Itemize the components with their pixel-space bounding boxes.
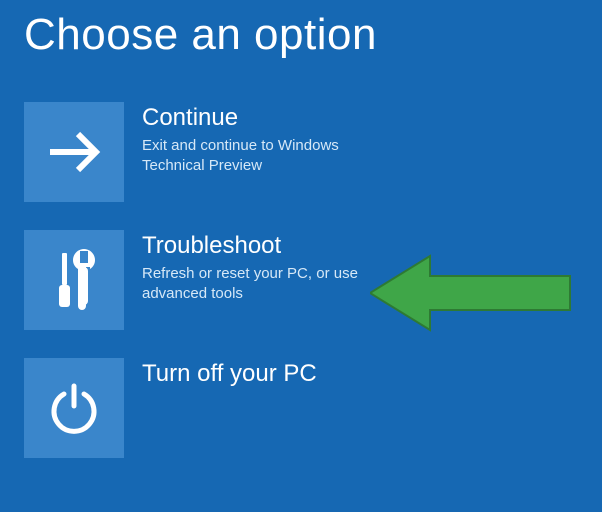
poweroff-text: Turn off your PC [142, 358, 317, 392]
annotation-arrow-icon [370, 248, 580, 338]
troubleshoot-title: Troubleshoot [142, 232, 402, 260]
continue-desc: Exit and continue to Windows Technical P… [142, 136, 402, 175]
power-icon [46, 380, 102, 436]
tools-icon [44, 245, 104, 315]
troubleshoot-text: Troubleshoot Refresh or reset your PC, o… [142, 230, 402, 303]
troubleshoot-desc: Refresh or reset your PC, or use advance… [142, 264, 402, 303]
poweroff-title: Turn off your PC [142, 360, 317, 388]
continue-title: Continue [142, 104, 402, 132]
continue-text: Continue Exit and continue to Windows Te… [142, 102, 402, 175]
page-title: Choose an option [24, 10, 578, 60]
option-poweroff[interactable]: Turn off your PC [24, 358, 578, 458]
continue-tile [24, 102, 124, 202]
poweroff-tile [24, 358, 124, 458]
arrow-right-icon [44, 122, 104, 182]
troubleshoot-tile [24, 230, 124, 330]
option-continue[interactable]: Continue Exit and continue to Windows Te… [24, 102, 578, 202]
